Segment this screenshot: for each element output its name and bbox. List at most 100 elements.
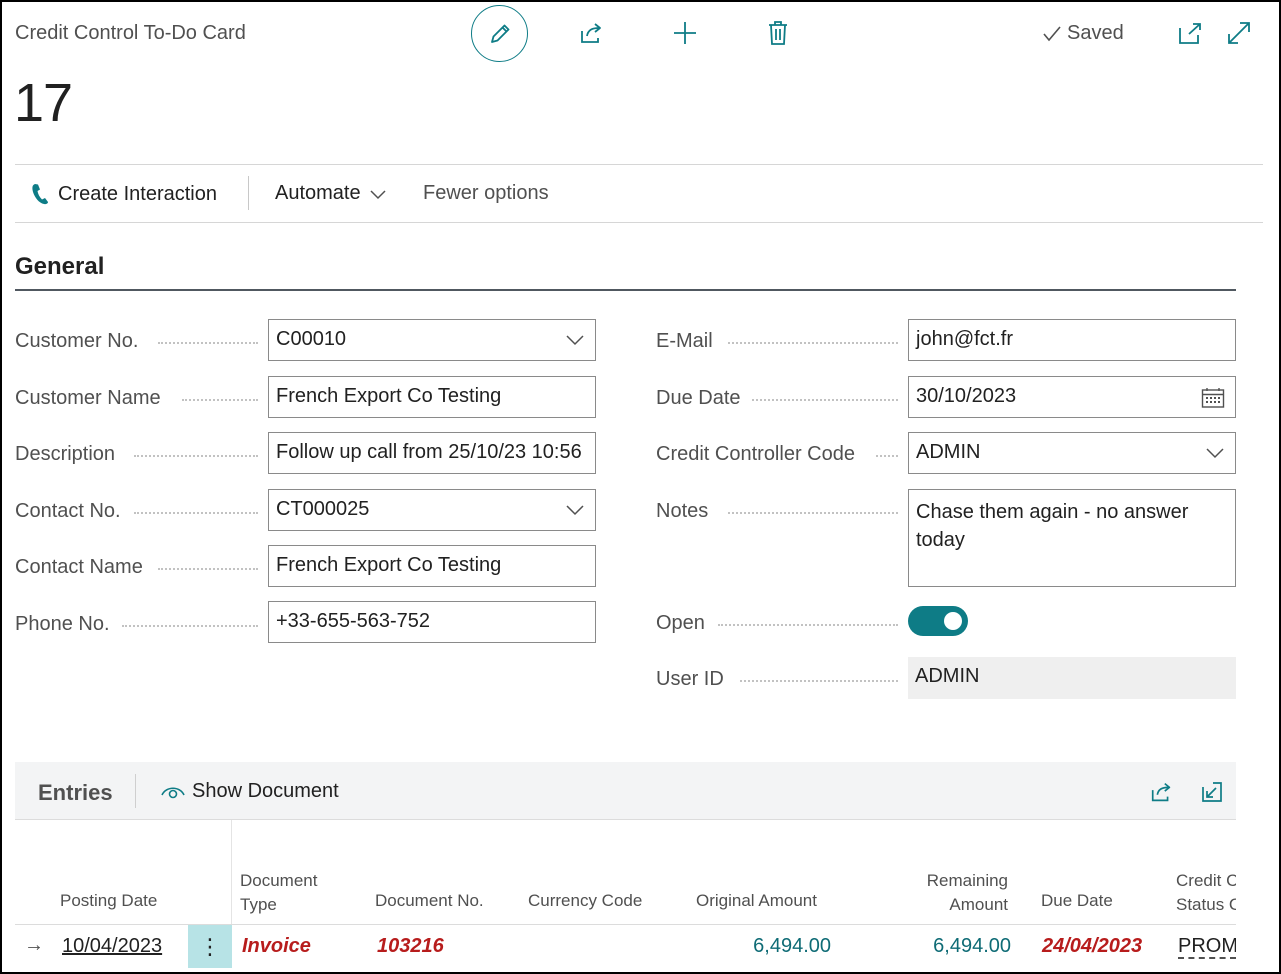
user-id-field: ADMIN: [908, 657, 1236, 699]
remaining-amount-cell[interactable]: 6,494.00: [895, 935, 1011, 958]
expand-button[interactable]: [1225, 19, 1253, 47]
dot-leader: [718, 624, 898, 626]
due-date-value: 30/10/2023: [916, 385, 1017, 407]
col-header-credit-status-line1: Credit C: [1176, 871, 1236, 890]
customer-no-label: Customer No.: [15, 330, 139, 352]
dot-leader: [876, 455, 898, 457]
entries-title[interactable]: Entries: [38, 780, 113, 806]
col-header-document-type[interactable]: Document Type: [240, 869, 317, 917]
document-type-cell: Invoice: [242, 935, 311, 957]
col-header-remaining-line2: Amount: [949, 895, 1008, 914]
description-field[interactable]: Follow up call from 25/10/23 10:56: [268, 432, 596, 474]
customer-no-value: C00010: [276, 328, 347, 350]
phone-no-value: +33-655-563-752: [276, 610, 431, 632]
dot-leader: [134, 512, 258, 514]
customer-name-value: French Export Co Testing: [276, 385, 502, 407]
new-button[interactable]: [671, 19, 699, 47]
collapse-icon: [1202, 782, 1222, 802]
col-header-remaining-amount[interactable]: Remaining Amount: [908, 869, 1008, 917]
toggle-knob: [944, 612, 962, 630]
posting-date-cell[interactable]: 10/04/2023: [62, 935, 162, 958]
entries-grid: Posting Date Document Type Document No. …: [15, 820, 1236, 972]
col-header-credit-status[interactable]: Credit C Status C: [1176, 869, 1236, 917]
user-id-value: ADMIN: [915, 665, 980, 687]
email-label: E-Mail: [656, 330, 713, 352]
document-no-cell[interactable]: 103216: [377, 935, 444, 958]
dot-leader: [158, 568, 258, 570]
automate-label: Automate: [275, 182, 361, 204]
open-label: Open: [656, 612, 705, 634]
row-actions-menu[interactable]: ⋮: [188, 925, 232, 968]
contact-no-label: Contact No.: [15, 500, 121, 522]
automate-menu[interactable]: Automate: [275, 182, 387, 205]
entries-part: Entries Show Document Posting Date Docum…: [15, 762, 1236, 972]
plus-icon: [674, 22, 696, 44]
description-label: Description: [15, 443, 116, 465]
notes-field[interactable]: Chase them again - no answer today: [908, 489, 1236, 587]
dot-leader: [740, 680, 898, 682]
col-header-document-type-line2: Type: [240, 895, 277, 914]
credit-status-cell[interactable]: PROM: [1178, 935, 1236, 959]
trash-icon: [769, 21, 787, 45]
col-header-remaining-line1: Remaining: [926, 871, 1008, 890]
fewer-options-action[interactable]: Fewer options: [423, 182, 549, 205]
notes-label: Notes: [656, 500, 709, 522]
credit-controller-code-value: ADMIN: [916, 441, 981, 463]
checkmark-icon: [1043, 25, 1061, 41]
chevron-down-icon: [1206, 448, 1224, 459]
credit-controller-code-label: Credit Controller Code: [656, 443, 855, 465]
contact-no-value: CT000025: [276, 498, 370, 520]
saved-label: Saved: [1067, 22, 1124, 44]
col-header-due-date[interactable]: Due Date: [1041, 889, 1113, 913]
show-document-label: Show Document: [192, 780, 339, 802]
open-toggle[interactable]: [908, 606, 968, 636]
entries-share-button[interactable]: [1148, 778, 1176, 806]
col-header-original-amount[interactable]: Original Amount: [696, 889, 817, 913]
notes-value: Chase them again - no answer today: [916, 501, 1189, 551]
row-selected-arrow-icon: →: [24, 934, 44, 956]
due-date-cell: 24/04/2023: [1042, 935, 1143, 957]
credit-controller-code-field[interactable]: ADMIN: [908, 432, 1236, 474]
col-header-posting-date[interactable]: Posting Date: [60, 889, 157, 913]
entries-separator: [135, 774, 136, 808]
customer-no-field[interactable]: C00010: [268, 319, 596, 361]
show-document-action[interactable]: Show Document: [160, 780, 339, 803]
create-interaction-action[interactable]: Create Interaction: [30, 182, 217, 206]
customer-name-label: Customer Name: [15, 387, 161, 409]
general-section-title: General: [15, 253, 105, 280]
phone-no-field[interactable]: +33-655-563-752: [268, 601, 596, 643]
user-id-label: User ID: [656, 668, 724, 690]
calendar-icon[interactable]: [1201, 387, 1225, 409]
action-bar-bottom-rule: [15, 222, 1263, 223]
open-new-window-button[interactable]: [1176, 19, 1204, 47]
phone-icon: [32, 184, 48, 205]
chevron-down-icon: [370, 189, 386, 199]
email-value: john@fct.fr: [916, 328, 1014, 350]
dot-leader: [134, 455, 258, 457]
due-date-field[interactable]: 30/10/2023: [908, 376, 1236, 418]
page-caption: Credit Control To-Do Card: [15, 22, 246, 44]
share-icon: [1151, 782, 1171, 802]
contact-name-field[interactable]: French Export Co Testing: [268, 545, 596, 587]
customer-name-field[interactable]: French Export Co Testing: [268, 376, 596, 418]
edit-button[interactable]: [471, 5, 528, 62]
action-bar-top-rule: [15, 164, 1263, 165]
general-section-rule: [15, 289, 1236, 291]
original-amount-cell[interactable]: 6,494.00: [715, 935, 831, 958]
contact-name-label: Contact Name: [15, 556, 143, 578]
share-button[interactable]: [578, 19, 606, 47]
create-interaction-label: Create Interaction: [58, 182, 217, 205]
contact-no-field[interactable]: CT000025: [268, 489, 596, 531]
action-separator: [248, 176, 249, 210]
entries-collapse-button[interactable]: [1198, 778, 1226, 806]
dot-leader: [752, 399, 898, 401]
dot-leader: [728, 342, 898, 344]
col-header-currency-code[interactable]: Currency Code: [528, 889, 642, 913]
chevron-down-icon: [566, 335, 584, 346]
col-header-document-no[interactable]: Document No.: [375, 889, 484, 913]
col-header-credit-status-line2: Status C: [1176, 895, 1236, 914]
saved-status: Saved: [1041, 22, 1124, 45]
dot-leader: [728, 512, 898, 514]
delete-button[interactable]: [764, 19, 792, 47]
email-field[interactable]: john@fct.fr: [908, 319, 1236, 361]
